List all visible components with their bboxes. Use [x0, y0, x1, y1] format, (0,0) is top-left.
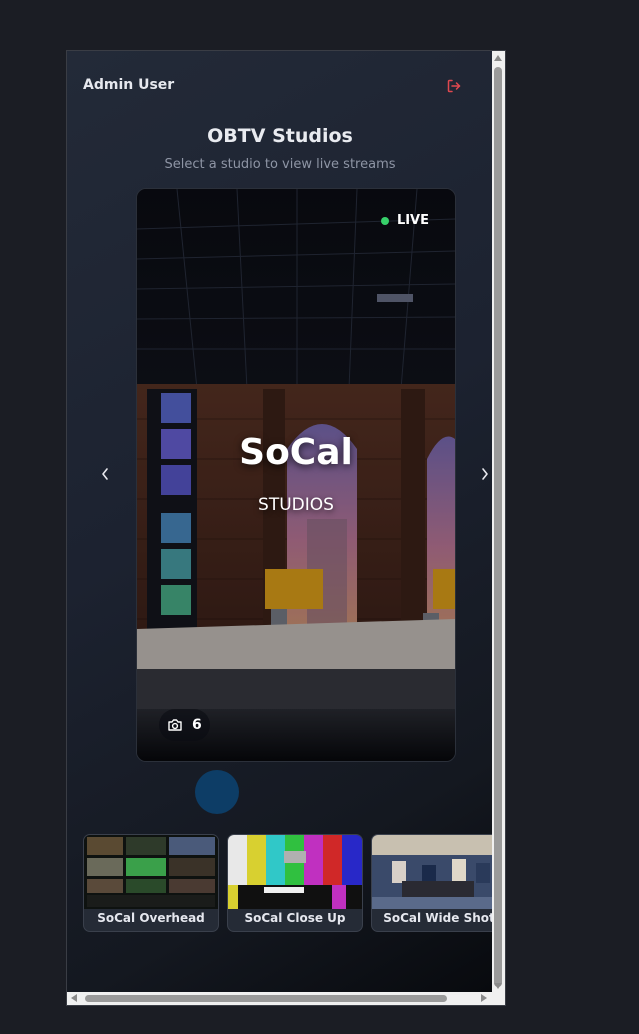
- live-status-label: LIVE: [396, 213, 429, 228]
- camera-preview-image: [228, 835, 362, 909]
- scroll-left-icon[interactable]: [71, 994, 77, 1002]
- live-status-dot: [380, 216, 389, 225]
- camera-label: SoCal Close Up: [244, 911, 346, 925]
- camera-label: SoCal Overhead: [97, 911, 205, 925]
- logout-icon: [447, 79, 461, 93]
- studio-background-image: [137, 189, 455, 761]
- studio-name: SoCal: [239, 432, 353, 473]
- studio-type: STUDIOS: [258, 495, 334, 515]
- scrollbar-corner: [492, 992, 505, 1005]
- user-name: Admin User: [83, 77, 175, 93]
- camera-count-badge: 6: [159, 709, 210, 741]
- camera-thumbnail[interactable]: SoCal Overhead: [83, 834, 219, 932]
- studio-card[interactable]: LIVE SoCal STUDIOS 6: [136, 188, 456, 762]
- camera-thumbnail[interactable]: SoCal Close Up: [227, 834, 363, 932]
- page-title: OBTV Studios: [207, 125, 353, 147]
- chevron-left-icon: [102, 468, 108, 480]
- carousel-prev-button[interactable]: [95, 461, 115, 487]
- camera-preview-image: [372, 835, 493, 909]
- carousel-indicator-dot[interactable]: [195, 770, 239, 814]
- camera-icon: [168, 719, 182, 731]
- scroll-up-icon[interactable]: [494, 55, 502, 61]
- browser-frame: Admin User OBTV Studios Select a studio …: [66, 50, 506, 1006]
- camera-thumbnail-strip[interactable]: SoCal Overhead SoCal Close Up SoCal Wide…: [83, 834, 493, 932]
- camera-preview-image: [84, 835, 218, 909]
- page-subtitle: Select a studio to view live streams: [164, 157, 396, 172]
- vertical-scrollbar[interactable]: [492, 51, 505, 993]
- app-panel: Admin User OBTV Studios Select a studio …: [67, 51, 493, 993]
- chevron-right-icon: [482, 468, 488, 480]
- horizontal-scrollbar[interactable]: [67, 992, 493, 1005]
- carousel-next-button[interactable]: [475, 461, 493, 487]
- scroll-down-icon[interactable]: [494, 983, 502, 989]
- camera-thumbnail[interactable]: SoCal Wide Shot: [371, 834, 493, 932]
- horizontal-scroll-thumb[interactable]: [85, 995, 447, 1002]
- scroll-right-icon[interactable]: [481, 994, 487, 1002]
- camera-label: SoCal Wide Shot: [383, 911, 493, 925]
- live-badge: LIVE: [380, 213, 429, 228]
- camera-count: 6: [192, 717, 202, 733]
- logout-button[interactable]: [443, 75, 465, 97]
- vertical-scroll-thumb[interactable]: [494, 67, 502, 987]
